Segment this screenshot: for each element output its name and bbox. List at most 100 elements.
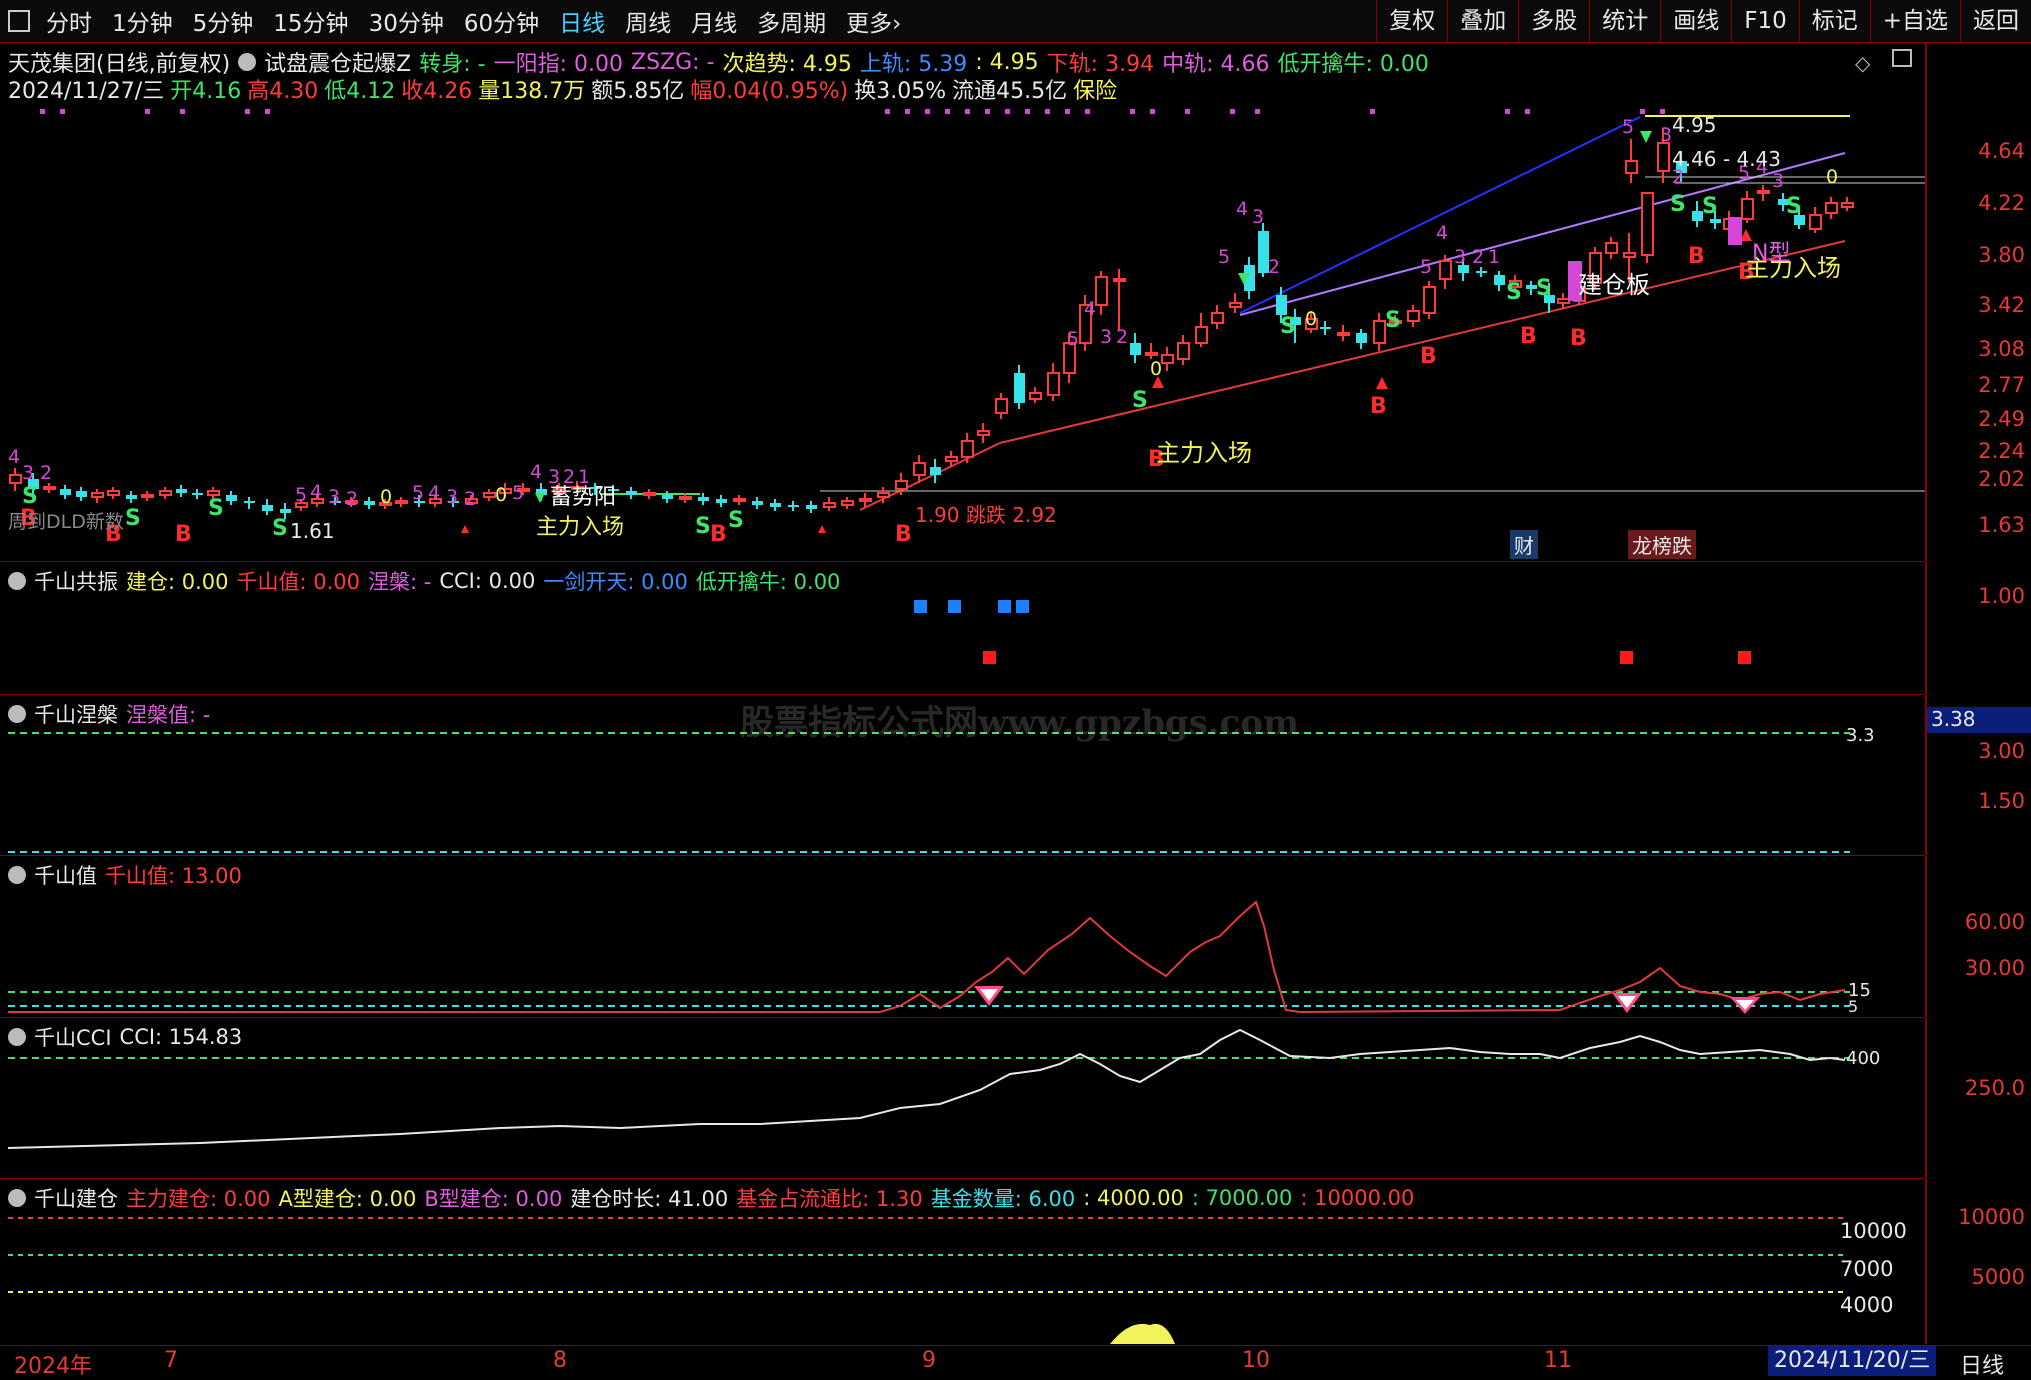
quote-amount: 额5.85亿 [591, 79, 685, 104]
svg-text:3: 3 [1100, 326, 1112, 348]
candle-body [1841, 202, 1854, 208]
niepan-axis: 3.38 3.00 1.50 [1925, 695, 2031, 855]
qs-tick: 30.00 [1964, 956, 2025, 980]
svg-text:4: 4 [1236, 198, 1248, 220]
cci-panel[interactable]: 千山CCI CCI: 154.83 400 [0, 1018, 1925, 1179]
badge-cai[interactable]: 财 [1510, 530, 1538, 559]
gongzhen-panel[interactable]: 千山共振 建仓: 0.00 千山值: 0.00 涅槃: - CCI: 0.00 … [0, 562, 1925, 695]
date-month-8: 8 [553, 1348, 567, 1373]
svg-text:5: 5 [1622, 116, 1634, 138]
candle-body [364, 501, 375, 505]
jiancang-chart [8, 1217, 1845, 1344]
diamond-icon[interactable]: ◇ [1855, 51, 1870, 75]
quote-change: 幅0.04(0.95%) [690, 79, 849, 104]
toolbar-right: 复权 叠加 多股 统计 画线 F10 标记 +自选 返回 [1376, 0, 2031, 42]
svg-text:S: S [22, 484, 38, 509]
jiancang-area [1110, 1323, 1175, 1344]
badge-longhu[interactable]: 龙榜跌 [1628, 530, 1696, 559]
price-tick: 3.08 [1978, 337, 2025, 361]
niepan-panel[interactable]: 千山涅槃 涅槃值: - 3.3 股票指标公式网www.gpzbgs.com [0, 695, 1925, 856]
jc-line-label-1: 10000 [1840, 1219, 1907, 1243]
jiancang-axis: 10000 5000 [1925, 1179, 2031, 1344]
layout-icon[interactable] [1892, 49, 1912, 67]
candle-body [91, 492, 104, 498]
svg-text:S: S [125, 506, 141, 531]
candle-body [107, 490, 120, 496]
price-tick: 2.24 [1978, 439, 2025, 463]
candle-body [930, 467, 941, 475]
period-daily[interactable]: 日线 [549, 4, 615, 38]
draw-line-button[interactable]: 画线 [1660, 0, 1731, 42]
svg-text:2: 2 [1472, 246, 1484, 268]
period-monthly[interactable]: 月线 [681, 4, 747, 38]
candle-body [1494, 275, 1505, 285]
candle-body [1407, 310, 1420, 322]
cursor-date-badge: 2024/11/20/三 [1768, 1346, 1937, 1376]
mark-button[interactable]: 标记 [1798, 0, 1870, 42]
candle-body [1095, 276, 1108, 306]
period-30min[interactable]: 30分钟 [359, 4, 454, 38]
period-1min[interactable]: 1分钟 [102, 4, 183, 38]
date-month-10: 10 [1242, 1348, 1270, 1373]
f10-button[interactable]: F10 [1731, 0, 1799, 42]
svg-text:S: S [1670, 192, 1686, 217]
svg-text:S: S [208, 496, 224, 521]
candle-body [770, 503, 781, 507]
qianshan-panel[interactable]: 千山值 千山值: 13.00 15 5 [0, 856, 1925, 1018]
label-xushiyang: 蓄势阳 [550, 485, 617, 510]
svg-text:5: 5 [412, 482, 424, 504]
main-kline-panel[interactable]: B B B B B B B B B B B B S S S S S S S S … [0, 43, 1925, 562]
gz-tick: 1.00 [1978, 584, 2025, 608]
add-watchlist-button[interactable]: +自选 [1869, 0, 1960, 42]
candle-body [1741, 198, 1754, 220]
period-5min[interactable]: 5分钟 [183, 4, 264, 38]
candle-body [1625, 160, 1638, 174]
candle-body [1757, 190, 1770, 194]
candle-body [1029, 392, 1042, 400]
svg-text:0: 0 [1150, 358, 1162, 380]
svg-text:5: 5 [1218, 246, 1230, 268]
fuquan-button[interactable]: 复权 [1376, 0, 1447, 42]
svg-text:B: B [1688, 244, 1705, 269]
jiancang-panel[interactable]: 千山建仓 主力建仓: 0.00 A型建仓: 0.00 B型建仓: 0.00 建仓… [0, 1179, 1925, 1344]
candle-body [733, 498, 746, 502]
label-zhuli-2: 主力入场 [536, 515, 625, 540]
period-more[interactable]: 更多› [836, 4, 911, 38]
candle-body [395, 500, 408, 504]
quote-close: 收4.26 [401, 79, 473, 104]
price-tick: 2.02 [1978, 467, 2025, 491]
period-label[interactable]: 日线 [1960, 1348, 2004, 1380]
candle-body [1657, 142, 1670, 172]
candle-body [1014, 373, 1025, 403]
label-nxing: N型 [1752, 241, 1791, 266]
candle-body [1825, 202, 1838, 214]
period-fenshi[interactable]: 分时 [36, 4, 102, 38]
svg-text:B: B [1570, 326, 1587, 351]
candle-body [43, 486, 56, 490]
warning-icon-3 [1730, 997, 1760, 1014]
period-toolbar: 分时 1分钟 5分钟 15分钟 30分钟 60分钟 日线 周线 月线 多周期 更… [0, 0, 2031, 43]
candle-body [961, 440, 974, 458]
period-15min[interactable]: 15分钟 [263, 4, 358, 38]
candle-body [752, 501, 763, 505]
multi-stock-button[interactable]: 多股 [1518, 0, 1589, 42]
quote-turnover: 换3.05% [854, 79, 947, 104]
candle-body [716, 499, 727, 503]
period-60min[interactable]: 60分钟 [454, 4, 549, 38]
toggle-icon[interactable] [238, 53, 257, 71]
svg-text:2: 2 [1116, 326, 1128, 348]
svg-text:S: S [1786, 194, 1802, 219]
period-multi[interactable]: 多周期 [747, 4, 836, 38]
back-button[interactable]: 返回 [1960, 0, 2031, 42]
period-weekly[interactable]: 周线 [615, 4, 681, 38]
stats-button[interactable]: 统计 [1589, 0, 1660, 42]
overlay-button[interactable]: 叠加 [1447, 0, 1518, 42]
label-bottom-left: 周到DLD新数 [8, 511, 124, 533]
menu-square-icon[interactable] [8, 10, 30, 32]
main-header-line2: 2024/11/27/三 开4.16 高4.30 低4.12 收4.26 量13… [8, 73, 1117, 105]
label-mid: 1.90 跳跌 2.92 [915, 503, 1057, 527]
svg-text:0: 0 [1305, 308, 1317, 330]
price-tick: 4.64 [1978, 139, 2025, 163]
svg-text:4: 4 [428, 482, 440, 504]
svg-text:S: S [1385, 308, 1401, 333]
